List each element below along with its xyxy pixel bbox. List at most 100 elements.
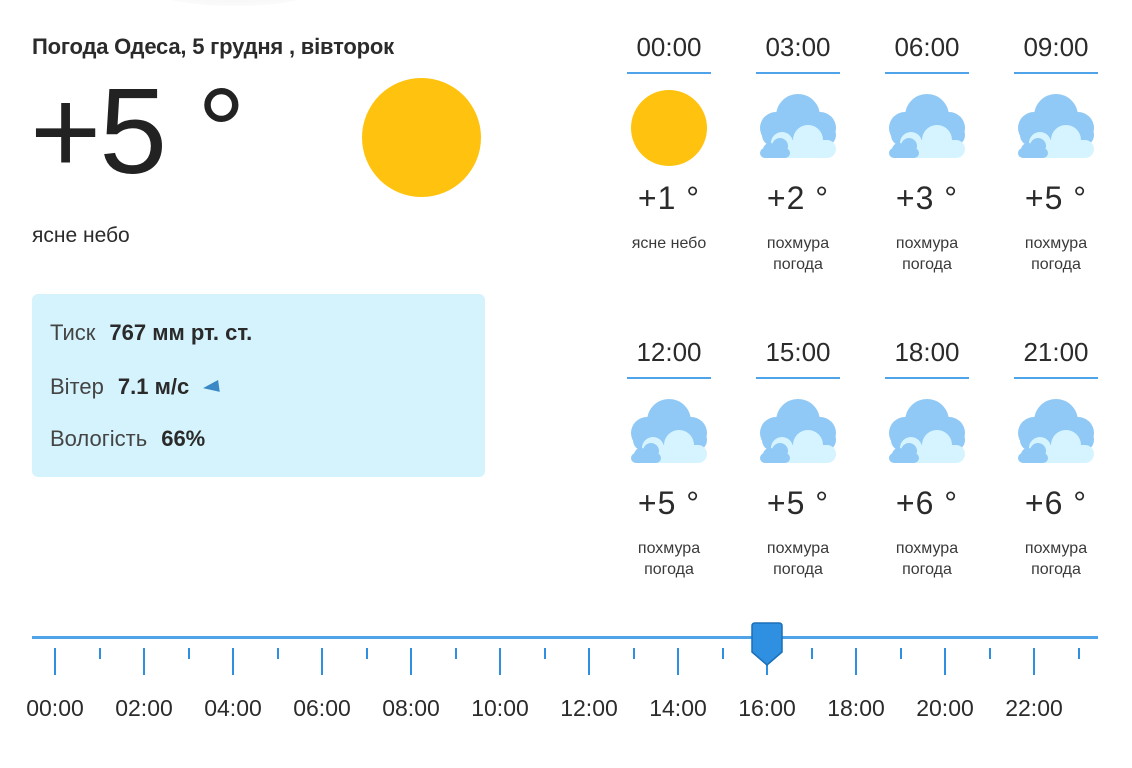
timeline-hour-label[interactable]: 22:00: [994, 695, 1074, 722]
cloud-icon: [760, 399, 836, 463]
forecast-time: 06:00: [894, 32, 960, 62]
cloud-icon: [889, 94, 965, 158]
sun-icon: [362, 78, 481, 197]
forecast-slot: 21:00 +6 ° похмура погода: [1014, 335, 1098, 580]
forecast-icon: [1014, 88, 1098, 168]
forecast-slot: 12:00 +5 ° похмура погода: [627, 335, 711, 580]
timeline-hour-label[interactable]: 18:00: [816, 695, 896, 722]
forecast-condition: похмура погода: [1024, 540, 1088, 578]
forecast-divider: [885, 72, 969, 74]
header-shadow: [150, 0, 320, 6]
details-panel: Тиск 767 мм рт. ст. Вітер 7.1 м/с Вологі…: [32, 294, 485, 477]
current-temperature: +5 °: [30, 63, 246, 199]
timeline-tick: [276, 648, 279, 659]
forecast-condition: похмура погода: [1024, 235, 1088, 273]
forecast-time: 15:00: [765, 337, 831, 367]
pressure-row: Тиск 767 мм рт. ст.: [50, 320, 252, 346]
forecast-slot: 15:00 +5 ° похмура погода: [756, 335, 840, 580]
forecast-time: 03:00: [765, 32, 831, 62]
timeline-tick: [454, 648, 457, 659]
cloud-icon: [1018, 399, 1094, 463]
timeline-handle[interactable]: [751, 622, 783, 666]
cloud-icon: [631, 399, 707, 463]
humidity-row: Вологість 66%: [50, 426, 205, 452]
forecast-icon: [756, 393, 840, 473]
cloud-icon: [1018, 94, 1094, 158]
forecast-condition: похмура погода: [895, 540, 959, 578]
forecast-divider: [627, 377, 711, 379]
cloud-icon: [889, 399, 965, 463]
timeline-hour-label[interactable]: 16:00: [727, 695, 807, 722]
forecast-condition: похмура погода: [766, 540, 830, 578]
forecast-time: 09:00: [1023, 32, 1089, 62]
forecast-icon: [756, 88, 840, 168]
humidity-label: Вологість: [50, 426, 148, 451]
timeline-tick: [410, 648, 412, 675]
forecast-time: 21:00: [1023, 337, 1089, 367]
timeline-hour-label[interactable]: 02:00: [104, 695, 184, 722]
timeline-track[interactable]: [32, 636, 1098, 639]
forecast-slot: 03:00 +2 ° похмура погода: [756, 30, 840, 275]
timeline-tick: [588, 648, 590, 675]
forecast-temp: +5 °: [766, 485, 830, 521]
forecast-icon: [1014, 393, 1098, 473]
forecast-slot: 06:00 +3 ° похмура погода: [885, 30, 969, 275]
forecast-divider: [627, 72, 711, 74]
forecast-temp: +3 °: [895, 180, 959, 216]
timeline-tick: [988, 648, 991, 659]
forecast-condition: похмура погода: [766, 235, 830, 273]
forecast-time: 00:00: [636, 32, 702, 62]
timeline-tick: [855, 648, 857, 675]
timeline-hour-label[interactable]: 04:00: [193, 695, 273, 722]
forecast-icon: [627, 393, 711, 473]
timeline-tick: [232, 648, 234, 675]
forecast-condition: похмура погода: [895, 235, 959, 273]
timeline-tick: [187, 648, 190, 659]
timeline-tick: [499, 648, 501, 675]
forecast-temp: +1 °: [637, 180, 701, 216]
timeline-tick: [810, 648, 813, 659]
timeline-hour-label[interactable]: 00:00: [15, 695, 95, 722]
forecast-divider: [885, 377, 969, 379]
pressure-value: 767 мм рт. ст.: [109, 320, 253, 345]
timeline-tick: [365, 648, 368, 659]
wind-value: 7.1 м/с: [117, 374, 190, 399]
humidity-value: 66%: [161, 426, 206, 451]
forecast-slot: 09:00 +5 ° похмура погода: [1014, 30, 1098, 275]
timeline-tick: [98, 648, 101, 659]
page-title: Погода Одеса, 5 грудня , вівторок: [32, 34, 394, 59]
timeline-tick: [321, 648, 323, 675]
forecast-divider: [1014, 72, 1098, 74]
timeline-hour-label[interactable]: 08:00: [371, 695, 451, 722]
wind-label: Вітер: [50, 374, 104, 399]
forecast-divider: [756, 72, 840, 74]
timeline-tick: [543, 648, 546, 659]
timeline-tick: [632, 648, 635, 659]
timeline-tick: [677, 648, 679, 675]
timeline-tick: [143, 648, 145, 675]
cloud-icon: [760, 94, 836, 158]
timeline-tick: [1077, 648, 1080, 659]
wind-direction-icon: [202, 379, 220, 395]
forecast-divider: [756, 377, 840, 379]
timeline-hour-label[interactable]: 06:00: [282, 695, 362, 722]
forecast-temp: +5 °: [1024, 180, 1088, 216]
timeline-tick: [899, 648, 902, 659]
forecast-icon: [885, 88, 969, 168]
pressure-label: Тиск: [50, 320, 96, 345]
timeline-tick: [1033, 648, 1035, 675]
forecast-icon: [627, 88, 711, 168]
forecast-condition: похмура погода: [637, 540, 701, 578]
timeline-tick: [54, 648, 56, 675]
forecast-temp: +5 °: [637, 485, 701, 521]
forecast-divider: [1014, 377, 1098, 379]
timeline-hour-label[interactable]: 14:00: [638, 695, 718, 722]
timeline-hour-label[interactable]: 20:00: [905, 695, 985, 722]
forecast-temp: +2 °: [766, 180, 830, 216]
forecast-time: 12:00: [636, 337, 702, 367]
timeline-hour-label[interactable]: 10:00: [460, 695, 540, 722]
forecast-slot: 18:00 +6 ° похмура погода: [885, 335, 969, 580]
timeline-hour-label[interactable]: 12:00: [549, 695, 629, 722]
forecast-temp: +6 °: [895, 485, 959, 521]
timeline-tick: [944, 648, 946, 675]
